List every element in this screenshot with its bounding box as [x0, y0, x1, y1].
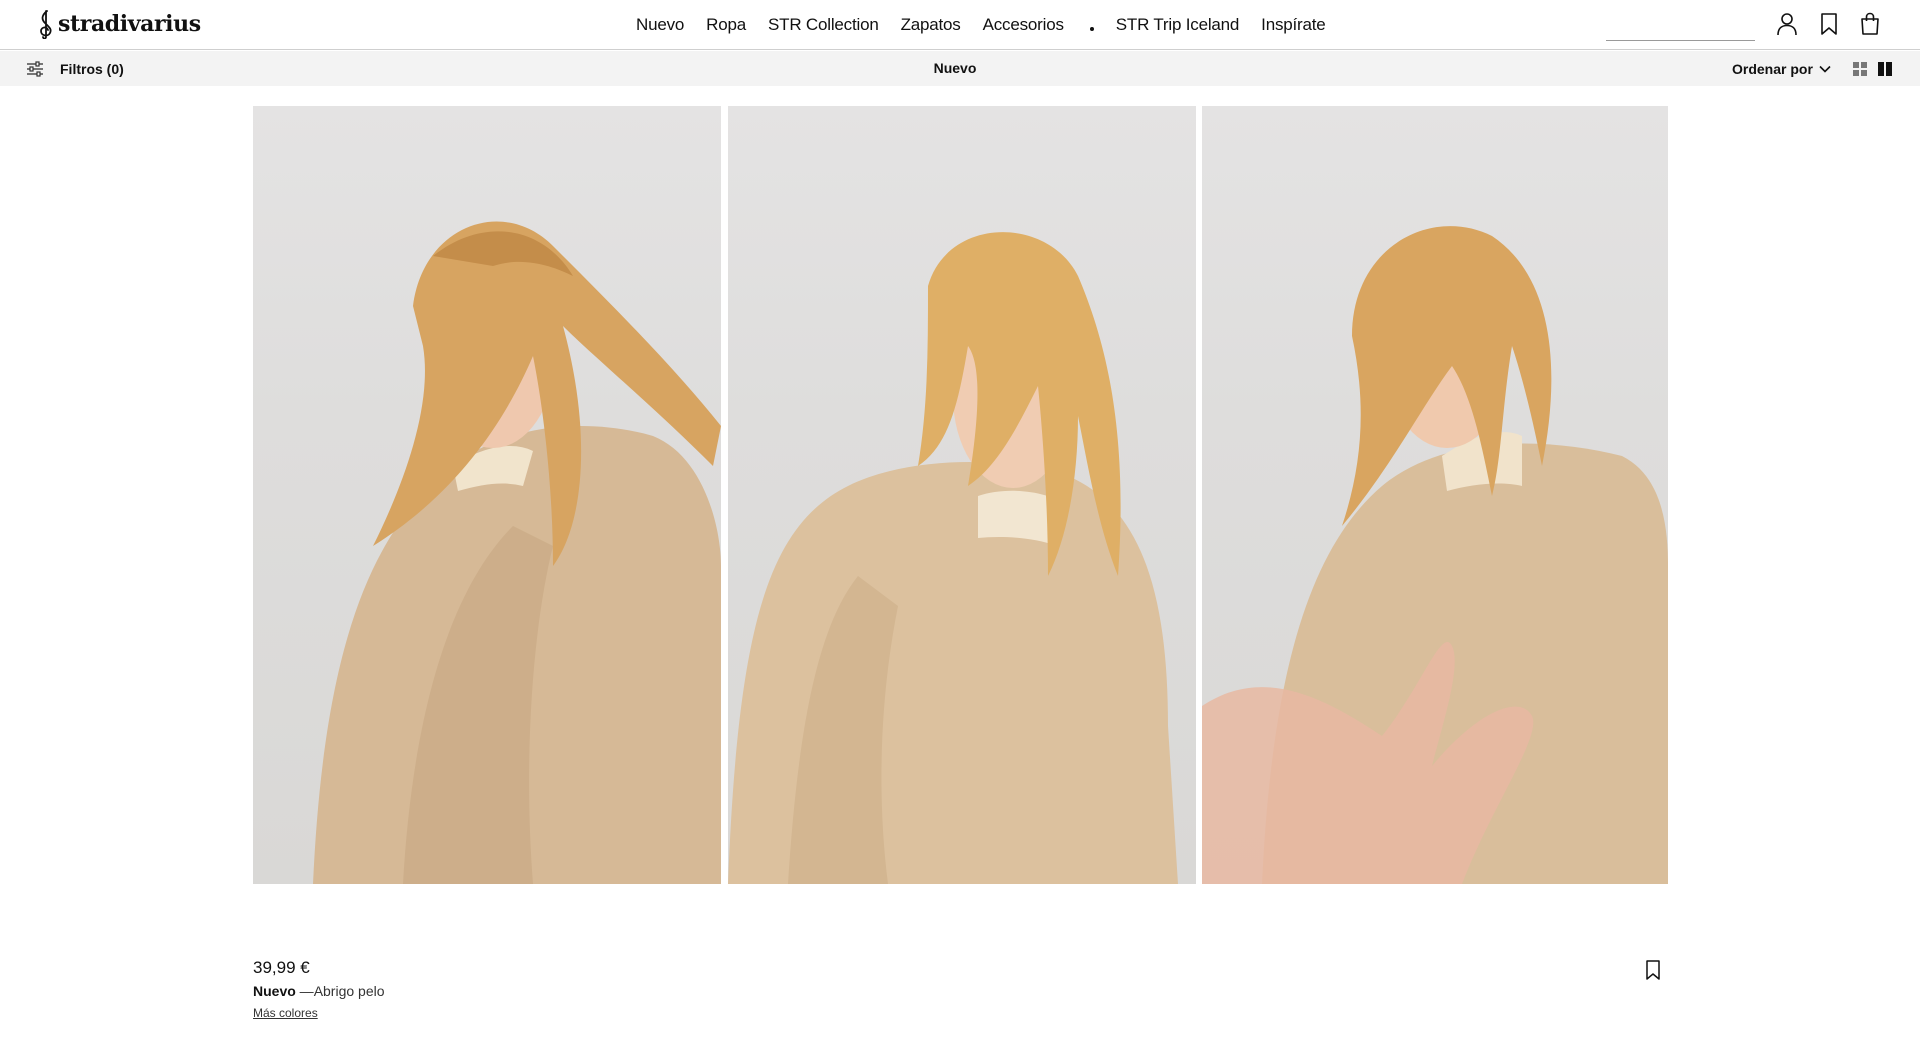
- cart-button[interactable]: [1857, 11, 1883, 37]
- model-photo-2: [728, 232, 1178, 884]
- nav-item-str-trip-iceland[interactable]: STR Trip Iceland: [1116, 15, 1240, 35]
- product-name[interactable]: Nuevo —Abrigo pelo: [253, 983, 385, 999]
- site-header: stradivarius Nuevo Ropa STR Collection Z…: [0, 0, 1920, 50]
- model-photo-3: [1202, 226, 1668, 884]
- filter-bar: Filtros (0) Nuevo Ordenar por: [0, 51, 1920, 86]
- sliders-icon: [27, 60, 43, 77]
- grid-two-icon: [1878, 62, 1892, 76]
- product-image-2[interactable]: [728, 106, 1196, 884]
- wishlist-button[interactable]: [1816, 11, 1842, 37]
- sort-label: Ordenar por: [1732, 60, 1813, 77]
- brand-logo-text: stradivarius: [58, 11, 201, 37]
- product-image-3[interactable]: [1202, 106, 1668, 884]
- filters-label: Filtros (0): [60, 60, 124, 77]
- grid-four-icon: [1853, 62, 1867, 76]
- nav-item-ropa[interactable]: Ropa: [706, 15, 746, 35]
- view-grid-large-button[interactable]: [1877, 61, 1893, 77]
- nav-item-str-collection[interactable]: STR Collection: [768, 15, 879, 35]
- brand-logo[interactable]: stradivarius: [36, 8, 201, 40]
- sort-dropdown[interactable]: Ordenar por: [1732, 51, 1831, 86]
- new-badge: Nuevo: [253, 983, 296, 999]
- save-product-button[interactable]: [1642, 958, 1664, 982]
- search-box: [1606, 10, 1795, 41]
- user-icon: [1777, 13, 1797, 36]
- bookmark-icon: [1821, 13, 1837, 35]
- main-nav: Nuevo Ropa STR Collection Zapatos Acceso…: [636, 0, 1348, 50]
- account-button[interactable]: [1774, 11, 1800, 37]
- nav-item-accesorios[interactable]: Accesorios: [983, 15, 1064, 35]
- nav-dot-separator: [1089, 27, 1094, 31]
- search-input[interactable]: [1614, 12, 1795, 38]
- product-name-text: Abrigo pelo: [313, 983, 385, 999]
- product-price: 39,99 €: [253, 958, 310, 977]
- model-photo-1: [313, 221, 721, 884]
- nav-item-zapatos[interactable]: Zapatos: [901, 15, 961, 35]
- product-name-separator: —: [295, 983, 314, 999]
- chevron-down-icon: [1819, 65, 1831, 73]
- treble-clef-icon: [40, 10, 52, 39]
- product-image-1[interactable]: [253, 106, 721, 884]
- category-title: Nuevo: [933, 60, 977, 76]
- filters-button[interactable]: Filtros (0): [26, 51, 124, 86]
- more-colors-link[interactable]: Más colores: [253, 1006, 318, 1020]
- nav-item-nuevo[interactable]: Nuevo: [636, 15, 684, 35]
- shopping-bag-icon: [1861, 12, 1879, 35]
- nav-item-inspirate[interactable]: Inspírate: [1261, 15, 1326, 35]
- bookmark-icon: [1646, 960, 1660, 980]
- view-grid-small-button[interactable]: [1852, 61, 1868, 77]
